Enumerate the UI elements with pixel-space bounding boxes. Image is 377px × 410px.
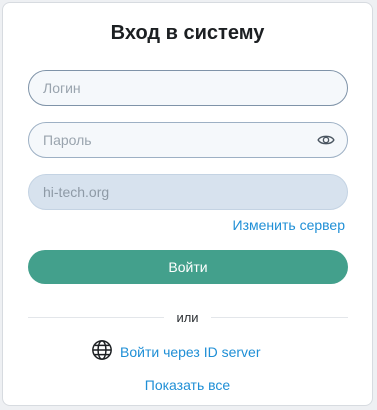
- password-field[interactable]: [28, 122, 348, 158]
- eye-icon[interactable]: [317, 131, 335, 149]
- id-server-link[interactable]: Войти через ID server: [91, 339, 261, 366]
- page-title: Вход в систему: [110, 22, 265, 44]
- server-value: hi-tech.org: [43, 184, 110, 200]
- password-input[interactable]: [43, 123, 313, 157]
- server-field: hi-tech.org: [28, 174, 348, 210]
- globe-icon: [91, 339, 113, 366]
- show-all-link[interactable]: Показать все: [3, 377, 372, 393]
- login-button[interactable]: Войти: [28, 250, 348, 284]
- or-label: или: [164, 310, 211, 325]
- login-field[interactable]: [28, 70, 348, 106]
- login-input[interactable]: [43, 71, 313, 105]
- login-card: Вход в систему hi-tech.org Изменить серв…: [2, 2, 373, 406]
- change-server-link[interactable]: Изменить сервер: [233, 217, 345, 233]
- id-server-label: Войти через ID server: [120, 344, 261, 360]
- or-separator: или: [3, 310, 372, 325]
